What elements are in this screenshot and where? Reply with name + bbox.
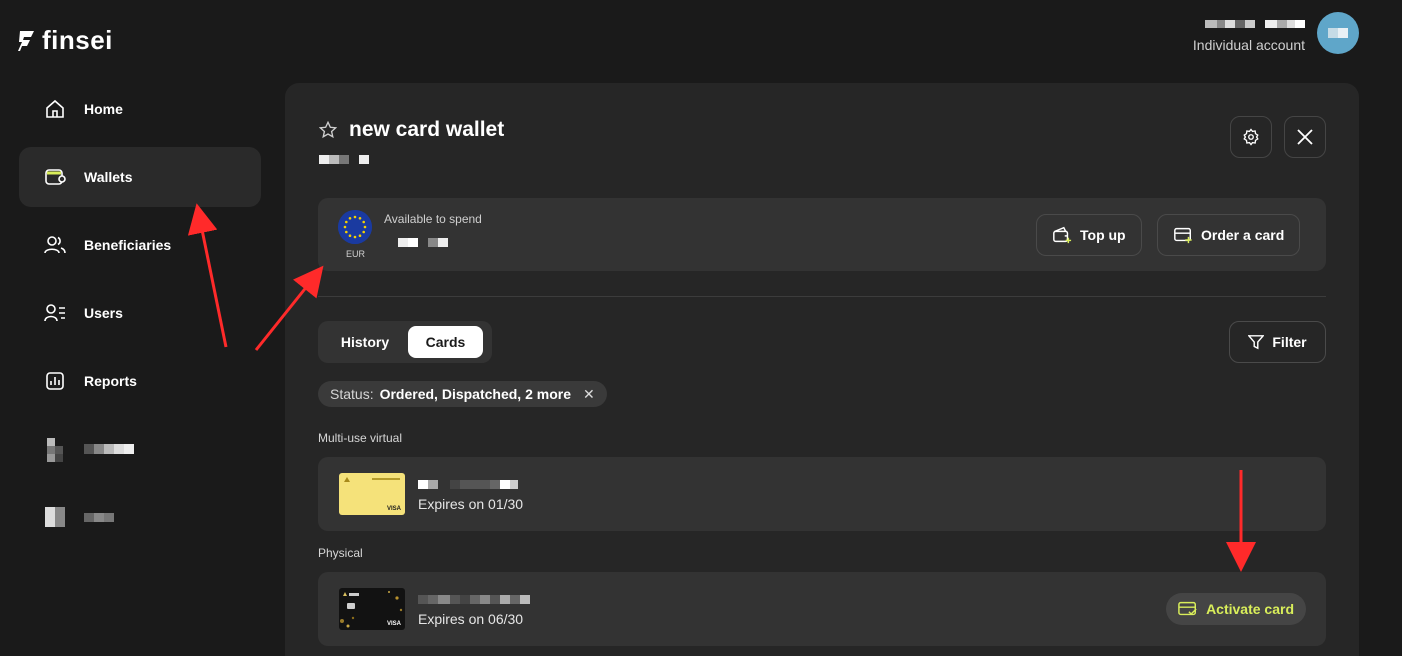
section-label: Physical: [318, 546, 363, 560]
top-up-label: Top up: [1080, 227, 1126, 243]
redacted-icon: [44, 438, 66, 462]
card-network: VISA: [386, 506, 401, 512]
account-type: Individual account: [1192, 37, 1305, 53]
available-label: Available to spend: [384, 212, 482, 226]
close-icon[interactable]: ✕: [583, 386, 595, 403]
wallet-title: new card wallet: [349, 118, 505, 141]
wallet-plus-icon: [1053, 226, 1072, 244]
sidebar-item-label: Reports: [84, 373, 137, 389]
physical-card-image: VISA: [339, 588, 405, 630]
wallet-panel: new card wallet EUR Available to spend T…: [285, 83, 1359, 656]
finsei-logo-icon: [18, 30, 34, 51]
balance-amount-redacted: [398, 238, 448, 247]
account-name-redacted: [1193, 19, 1305, 29]
avatar[interactable]: [1317, 12, 1359, 54]
currency-code: EUR: [346, 249, 366, 259]
close-icon: [1297, 129, 1313, 145]
top-up-button[interactable]: Top up: [1036, 214, 1142, 256]
card-plus-icon: [1174, 227, 1192, 244]
sidebar-item-users[interactable]: Users: [19, 283, 261, 343]
chip-key: Status:: [330, 386, 374, 402]
redacted-label: [84, 512, 114, 522]
settings-button[interactable]: [1230, 116, 1272, 158]
tab-cards[interactable]: Cards: [408, 326, 483, 358]
brand-logo[interactable]: finsei: [18, 25, 113, 56]
card-row[interactable]: VISA Expires on 01/30: [318, 457, 1326, 531]
view-tabs: History Cards: [318, 321, 492, 363]
sidebar-item-reports[interactable]: Reports: [19, 351, 261, 411]
sidebar-item-redacted-1[interactable]: [19, 419, 261, 479]
card-expiry: Expires on 01/30: [418, 496, 524, 512]
wallet-header: new card wallet: [319, 118, 504, 164]
chip-value: Ordered, Dispatched, 2 more: [379, 386, 571, 402]
brand-name: finsei: [42, 25, 113, 55]
redacted-icon: [44, 506, 66, 528]
card-name-redacted: [418, 595, 530, 604]
order-card-label: Order a card: [1201, 227, 1285, 243]
close-button[interactable]: [1284, 116, 1326, 158]
user-list-icon: [44, 302, 66, 324]
status-filter-chip[interactable]: Status: Ordered, Dispatched, 2 more ✕: [318, 381, 607, 407]
card-row[interactable]: VISA Expires on 06/30 Activate card: [318, 572, 1326, 646]
card-check-icon: [1178, 601, 1197, 616]
sidebar-item-beneficiaries[interactable]: Beneficiaries: [19, 215, 261, 275]
redacted-label: [84, 444, 134, 454]
sidebar-item-label: Beneficiaries: [84, 237, 172, 253]
card-expiry: Expires on 06/30: [418, 611, 524, 627]
filter-label: Filter: [1272, 334, 1307, 350]
card-name-redacted: [418, 480, 518, 489]
report-icon: [44, 370, 66, 392]
sidebar-item-label: Users: [84, 305, 123, 321]
order-card-button[interactable]: Order a card: [1157, 214, 1301, 256]
users-icon: [44, 234, 66, 256]
account-menu[interactable]: Individual account: [1193, 12, 1359, 54]
star-icon[interactable]: [319, 121, 337, 139]
sidebar-item-label: Wallets: [84, 169, 133, 185]
card-network: VISA: [386, 621, 401, 627]
wallet-id-redacted: [319, 154, 504, 164]
filter-icon: [1248, 335, 1265, 350]
eu-flag-icon: [338, 210, 372, 244]
divider: [318, 296, 1326, 297]
sidebar-item-home[interactable]: Home: [19, 79, 261, 139]
sidebar: Home Wallets Beneficiaries Users Reports: [19, 79, 261, 555]
activate-card-label: Activate card: [1206, 601, 1294, 617]
sidebar-item-wallets[interactable]: Wallets: [19, 147, 261, 207]
balance-box: EUR Available to spend Top up Order a ca…: [318, 198, 1326, 271]
gear-icon: [1243, 128, 1259, 146]
sidebar-item-redacted-2[interactable]: [19, 487, 261, 547]
virtual-card-image: VISA: [339, 473, 405, 515]
activate-card-button[interactable]: Activate card: [1166, 593, 1306, 625]
home-icon: [44, 98, 66, 120]
sidebar-item-label: Home: [84, 101, 123, 117]
section-label: Multi-use virtual: [318, 431, 403, 445]
wallet-icon: [44, 166, 66, 188]
filter-button[interactable]: Filter: [1229, 321, 1326, 363]
tab-history[interactable]: History: [322, 326, 408, 358]
